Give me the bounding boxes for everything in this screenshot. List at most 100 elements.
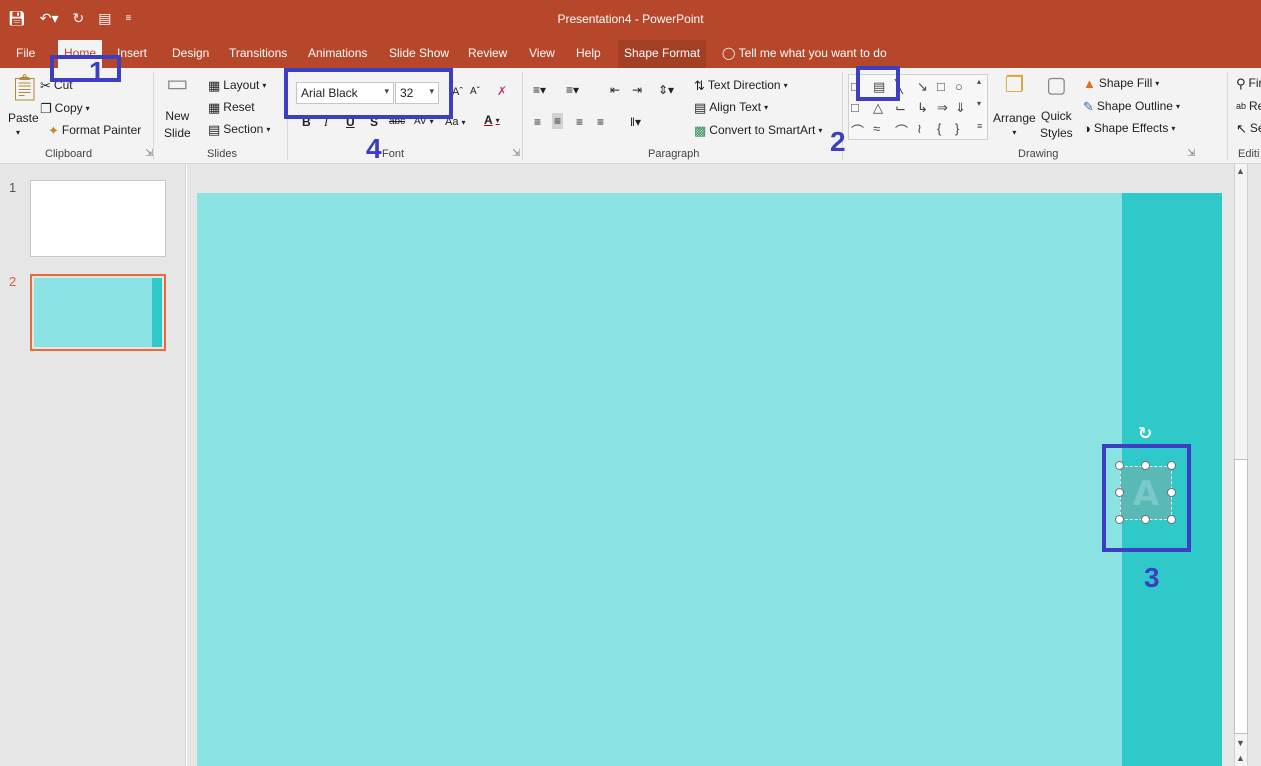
chevron-down-icon: ▾	[764, 102, 769, 112]
decrease-indent-button[interactable]: ⇤	[610, 83, 620, 97]
shape-effects-button[interactable]: ◑ Shape Effects ▾	[1083, 121, 1175, 135]
rectangle-shape-icon[interactable]: □	[937, 79, 945, 94]
slide-thumbnail-1[interactable]	[30, 180, 166, 257]
select-button[interactable]: ↖ Sele	[1236, 121, 1261, 135]
previous-slide-icon[interactable]: ▲	[1236, 753, 1245, 763]
freeform-shape-icon[interactable]: ⌒	[851, 121, 864, 140]
group-separator	[1227, 72, 1228, 160]
tab-slide-show[interactable]: Slide Show	[389, 46, 449, 60]
replace-label: Rep	[1249, 99, 1261, 113]
replace-button[interactable]: ab Rep	[1236, 99, 1261, 113]
font-color-button[interactable]: A ▾	[484, 113, 500, 127]
editing-group-label: Editi	[1238, 148, 1260, 160]
rotate-handle-icon[interactable]: ↻	[1138, 424, 1152, 444]
paste-button[interactable]: 📋︎ Paste ▾	[8, 74, 41, 137]
align-right-button[interactable]: ≡	[576, 115, 583, 129]
align-text-button[interactable]: ▤ Align Text ▾	[694, 100, 768, 114]
group-separator	[153, 72, 154, 160]
search-icon: ⚲	[1236, 75, 1246, 91]
right-arrow-shape-icon[interactable]: ⇒	[937, 100, 948, 116]
tab-transitions[interactable]: Transitions	[229, 46, 287, 60]
dialog-launcher-icon[interactable]: ⇲	[512, 148, 520, 159]
clear-formatting-icon[interactable]: ✗	[497, 84, 507, 98]
tab-review[interactable]: Review	[468, 46, 507, 60]
scroll-up-icon[interactable]: ▲	[1236, 166, 1245, 176]
elbow-connector-shape-icon[interactable]: ⌙	[895, 100, 906, 116]
copy-label: Copy	[54, 101, 83, 115]
shape-fill-button[interactable]: ▲ Shape Fill ▾	[1083, 76, 1159, 90]
chevron-down-icon: ▾	[85, 103, 90, 113]
slide-thumbnail-2[interactable]	[30, 274, 166, 351]
convert-smartart-button[interactable]: ▩ Convert to SmartArt ▾	[694, 123, 822, 137]
scribble-shape-icon[interactable]: ≈	[873, 121, 880, 136]
layout-label: Layout	[223, 78, 260, 92]
right-brace-shape-icon[interactable]: }	[955, 121, 959, 136]
down-arrow-shape-icon[interactable]: ⇓	[955, 100, 966, 116]
tab-shape-format[interactable]: Shape Format	[618, 40, 707, 68]
arrow-line-shape-icon[interactable]: ↘	[917, 79, 928, 95]
shape-outline-button[interactable]: ✎ Shape Outline ▾	[1083, 99, 1180, 113]
increase-indent-button[interactable]: ⇥	[632, 83, 642, 97]
quick-styles-button[interactable]: ▢ Quick Styles	[1040, 74, 1073, 141]
reset-icon: ▦	[208, 99, 221, 115]
copy-button[interactable]: ❐ Copy ▾	[40, 101, 90, 115]
tell-me-text: Tell me what you want to do	[738, 46, 887, 60]
numbering-button[interactable]: ≡▾	[566, 83, 579, 97]
annotation-box-3	[1102, 444, 1191, 552]
arrange-button[interactable]: ❐ Arrange ▾	[993, 74, 1036, 138]
slide-thumbnails-pane: 1 2	[0, 164, 186, 766]
annotation-number-4: 4	[366, 133, 382, 164]
left-brace-shape-icon[interactable]: {	[937, 121, 941, 136]
layout-button[interactable]: ▦ Layout ▾	[208, 78, 266, 92]
text-direction-button[interactable]: ⇅ Text Direction ▾	[694, 78, 788, 92]
current-slide[interactable]	[197, 193, 1222, 766]
align-left-button[interactable]: ≡	[534, 115, 541, 129]
text-direction-icon: ⇅	[694, 77, 705, 93]
scrollbar-thumb[interactable]	[1234, 459, 1248, 734]
tell-me-box[interactable]: ◯ Tell me what you want to do	[722, 46, 887, 60]
copy-icon: ❐	[40, 100, 52, 116]
elbow-arrow-shape-icon[interactable]: ↳	[917, 100, 928, 116]
format-painter-label: Format Painter	[61, 123, 142, 137]
curve-shape-icon[interactable]: ≀	[917, 121, 922, 137]
section-button[interactable]: ▤ Section ▾	[208, 122, 270, 136]
bullets-button[interactable]: ≡▾	[533, 83, 546, 97]
tab-view[interactable]: View	[529, 46, 555, 60]
grow-font-icon[interactable]: Aˆ	[452, 86, 463, 98]
gallery-scroll-up-icon[interactable]: ▴	[977, 77, 981, 86]
rectangle-2-shape-icon[interactable]: □	[851, 100, 859, 115]
scroll-down-icon[interactable]: ▼	[1236, 738, 1245, 748]
font-color-label: A	[484, 113, 493, 127]
oval-shape-icon[interactable]: ○	[955, 79, 963, 94]
tab-insert[interactable]: Insert	[117, 46, 147, 60]
slides-group-label: Slides	[207, 148, 237, 160]
slide-number-2: 2	[9, 274, 17, 289]
gallery-more-icon[interactable]: ≡	[977, 121, 982, 131]
chevron-down-icon: ▾	[1171, 123, 1176, 133]
shrink-font-icon[interactable]: Aˇ	[470, 86, 480, 97]
vertical-scrollbar[interactable]: ▲ ▼ ▲	[1232, 164, 1261, 766]
group-separator	[522, 72, 523, 160]
dialog-launcher-icon[interactable]: ⇲	[1187, 148, 1195, 159]
ribbon: 📋︎ Paste ▾ ✂ Cut ❐ Copy ▾ ✦ Format Paint…	[0, 68, 1261, 164]
tab-help[interactable]: Help	[576, 46, 601, 60]
tab-design[interactable]: Design	[172, 46, 209, 60]
align-center-button[interactable]: ≡	[552, 113, 564, 129]
triangle-shape-icon[interactable]: △	[873, 100, 883, 116]
justify-icon: ≡	[597, 115, 605, 129]
reset-button[interactable]: ▦ Reset	[208, 100, 255, 114]
lightbulb-icon: ◯	[722, 46, 736, 60]
paint-bucket-icon: ▲	[1083, 75, 1096, 91]
new-slide-button[interactable]: ▭ New Slide	[164, 72, 191, 141]
columns-button[interactable]: ‖▾	[630, 115, 641, 129]
select-label: Sele	[1249, 121, 1261, 135]
format-painter-button[interactable]: ✦ Format Painter	[48, 123, 141, 137]
chevron-down-icon: ▾	[461, 117, 466, 127]
find-button[interactable]: ⚲ Find	[1236, 76, 1261, 90]
justify-button[interactable]: ≡	[597, 115, 604, 129]
tab-animations[interactable]: Animations	[308, 46, 367, 60]
arc-shape-icon[interactable]: ⌒	[895, 121, 908, 140]
line-spacing-button[interactable]: ⇕▾	[658, 83, 674, 97]
gallery-scroll-down-icon[interactable]: ▾	[977, 99, 981, 108]
tab-file[interactable]: File	[16, 46, 35, 60]
